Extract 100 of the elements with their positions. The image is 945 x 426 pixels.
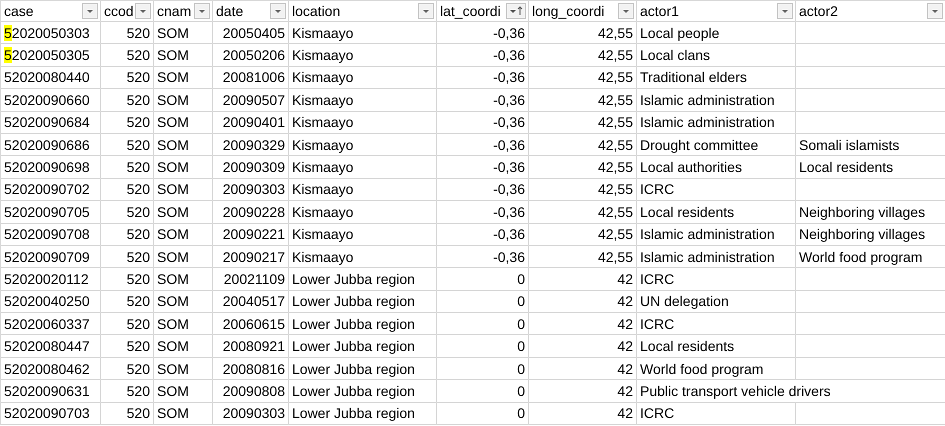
column-header: lat_coordi [440,2,501,20]
table-cell: -0,36 [436,111,528,134]
sort-filter-button[interactable] [506,3,526,19]
caret-icon [931,8,939,14]
table-cell: Islamic administration [636,111,796,134]
table-cell: 52020090660 [0,88,100,112]
table-cell: 42 [528,268,636,290]
table-cell: 520 [100,178,154,201]
table-cell: 0 [436,334,528,358]
table-cell: Kismaayo [288,44,436,66]
table-cell: Lower Jubba region [288,268,436,290]
table-cell: 42 [528,290,636,313]
table-cell: SOM [154,380,212,402]
table-cell: Kismaayo [288,200,436,224]
table-cell: 20090221 [212,223,288,246]
table-cell: 42,55 [528,66,636,89]
table-cell: SOM [154,268,212,290]
table-cell: -0,36 [436,133,528,156]
table-cell: 20090303 [212,402,288,425]
table-cell: 20021109 [212,268,288,290]
table-cell: 20040517 [212,290,288,313]
column-header: case [4,2,34,20]
filter-button[interactable] [618,3,634,19]
filter-button[interactable] [418,3,434,19]
table-cell: 42 [528,402,636,425]
table-cell: 520 [100,312,154,335]
table-cell: -0,36 [436,223,528,246]
table-cell: 20080921 [212,334,288,358]
table-cell: 52020090703 [0,402,100,425]
table-cell: 52020090702 [0,178,100,201]
table-cell: 52020080440 [0,66,100,89]
table-cell: Local authorities [636,156,796,178]
table-cell: 20090309 [212,156,288,178]
table-cell: SOM [154,178,212,201]
table-cell: Lower Jubba region [288,290,436,313]
caret-icon [422,8,430,14]
filter-button[interactable] [927,3,943,19]
table-cell: 42,55 [528,88,636,112]
filter-button[interactable] [194,3,210,19]
caret-icon [622,8,630,14]
table-cell: 0 [436,290,528,313]
table-cell: -0,36 [436,22,528,44]
table-cell: 20050405 [212,22,288,44]
filter-button[interactable] [82,3,98,19]
table-cell: Lower Jubba region [288,357,436,380]
table-cell: 520 [100,290,154,313]
table-cell: 0 [436,402,528,425]
table-cell: Kismaayo [288,111,436,134]
table-cell: SOM [154,200,212,224]
table-cell: 52020020112 [0,268,100,290]
table-cell: 20090303 [212,178,288,201]
table-cell: 520 [100,200,154,224]
table-cell: SOM [154,245,212,268]
table-cell: ICRC [636,268,796,290]
table-cell: SOM [154,223,212,246]
caret-icon [274,8,282,14]
table-cell: -0,36 [436,88,528,112]
column-header: long_coordi [532,2,604,20]
table-cell: 42 [528,380,636,402]
table-cell: Traditional elders [636,66,796,89]
table-cell: 52020080462 [0,357,100,380]
table-cell: 52020090709 [0,245,100,268]
table-cell: Kismaayo [288,178,436,201]
filter-button[interactable] [270,3,286,19]
table-cell: Kismaayo [288,245,436,268]
table-cell: 42,55 [528,22,636,44]
column-header: cnam [157,2,192,20]
column-header: location [292,2,340,20]
table-cell: 520 [100,268,154,290]
column-header: actor2 [799,2,838,20]
table-cell: -0,36 [436,245,528,268]
table-cell: SOM [154,111,212,134]
table-cell: 52020090631 [0,380,100,402]
table-cell: SOM [154,357,212,380]
table-cell: Islamic administration [636,223,796,246]
table-cell: Lower Jubba region [288,334,436,358]
table-cell: ICRC [636,312,796,335]
table-cell: 42,55 [528,178,636,201]
table-cell: 52020060337 [0,312,100,335]
table-cell: World food program [636,357,796,380]
table-cell: Local people [636,22,796,44]
table-cell: SOM [154,402,212,425]
filter-button[interactable] [135,3,151,19]
table-cell: -0,36 [436,66,528,89]
table-cell: Local residents [636,200,796,224]
table-cell: 20090808 [212,380,288,402]
table-cell: Islamic administration [636,245,796,268]
table-cell: 0 [436,357,528,380]
filter-button[interactable] [777,3,793,19]
table-cell: 42,55 [528,156,636,178]
table-cell: Lower Jubba region [288,380,436,402]
table-cell: 20090401 [212,111,288,134]
table-cell: Lower Jubba region [288,402,436,425]
table-cell: SOM [154,133,212,156]
table-cell: Islamic administration [636,88,796,112]
table-cell: SOM [154,334,212,358]
table-cell: SOM [154,312,212,335]
table-cell: 520 [100,402,154,425]
table-cell: SOM [154,156,212,178]
table-cell: 520 [100,111,154,134]
